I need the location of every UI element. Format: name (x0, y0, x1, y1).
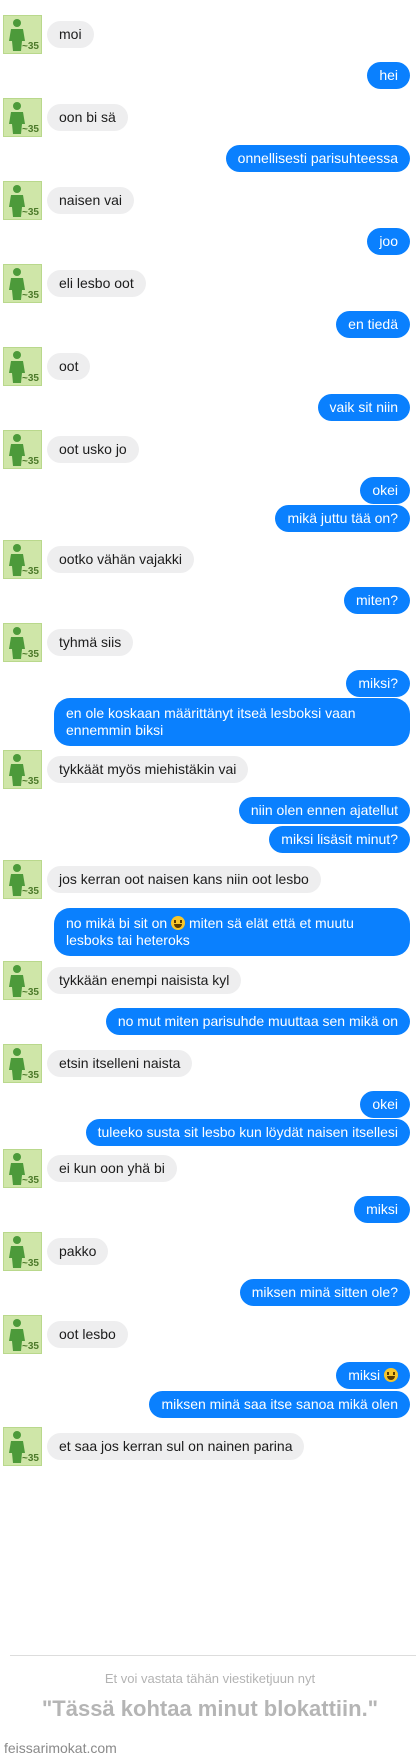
avatar[interactable]: ~35 (3, 750, 42, 789)
incoming-message[interactable]: tykkäät myös miehistäkin vai (47, 756, 249, 783)
avatar-age-label: ~35 (22, 566, 39, 577)
avatar-age-label: ~35 (22, 987, 39, 998)
grinning-face-emoji-icon (171, 916, 186, 930)
avatar[interactable]: ~35 (3, 1232, 42, 1271)
outgoing-message[interactable]: okei (360, 477, 410, 504)
outgoing-message[interactable]: miksen minä saa itse sanoa mikä olen (149, 1391, 410, 1418)
outgoing-message[interactable]: okei (360, 1091, 410, 1118)
outgoing-message[interactable]: miksi? (346, 670, 410, 697)
outgoing-message[interactable]: no mut miten parisuhde muuttaa sen mikä … (105, 1008, 410, 1035)
avatar[interactable]: ~35 (3, 15, 42, 54)
avatar[interactable]: ~35 (3, 860, 42, 899)
incoming-message[interactable]: oot usko jo (47, 436, 139, 463)
avatar[interactable]: ~35 (3, 623, 42, 662)
outgoing-message[interactable]: onnellisesti parisuhteessa (225, 145, 410, 172)
outgoing-message[interactable]: niin olen ennen ajatellut (238, 797, 410, 824)
outgoing-message[interactable]: miten? (343, 587, 410, 614)
incoming-message[interactable]: oot lesbo (47, 1321, 128, 1348)
incoming-message[interactable]: oon bi sä (47, 104, 128, 131)
incoming-message[interactable]: ei kun oon yhä bi (47, 1155, 177, 1182)
avatar[interactable]: ~35 (3, 1315, 42, 1354)
outgoing-message[interactable]: miksi (354, 1196, 410, 1223)
avatar[interactable]: ~35 (3, 181, 42, 220)
avatar[interactable]: ~35 (3, 1044, 42, 1083)
incoming-message[interactable]: et saa jos kerran sul on nainen parina (47, 1433, 305, 1460)
avatar-age-label: ~35 (22, 207, 39, 218)
avatar[interactable]: ~35 (3, 264, 42, 303)
avatar-age-label: ~35 (22, 124, 39, 135)
chat-thread: ~35 ~35 ~35 ~35 ~35 ~35 ~35 ~35 ~35 ~35 … (0, 0, 420, 1763)
divider (10, 1655, 416, 1656)
outgoing-message[interactable]: vaik sit niin (317, 394, 410, 421)
outgoing-message[interactable]: en tiedä (336, 311, 410, 338)
outgoing-message[interactable]: mikä juttu tää on? (275, 505, 410, 532)
avatar-age-label: ~35 (22, 290, 39, 301)
avatar-age-label: ~35 (22, 41, 39, 52)
outgoing-message[interactable]: miksi (336, 1362, 410, 1389)
avatar[interactable]: ~35 (3, 1149, 42, 1188)
reply-unavailable-notice: Et voi vastata tähän viestiketjuun nyt (104, 1671, 316, 1686)
avatar[interactable]: ~35 (3, 347, 42, 386)
avatar-age-label: ~35 (22, 649, 39, 660)
avatar-age-label: ~35 (22, 1175, 39, 1186)
outgoing-message[interactable]: no mikä bi sit on miten sä elät että et … (54, 908, 410, 956)
outgoing-message[interactable]: tuleeko susta sit lesbo kun löydät naise… (85, 1119, 410, 1146)
avatar[interactable]: ~35 (3, 961, 42, 1000)
avatar-age-label: ~35 (22, 886, 39, 897)
avatar-age-label: ~35 (22, 373, 39, 384)
caption: "Tässä kohtaa minut blokattiin." (41, 1696, 379, 1721)
avatar[interactable]: ~35 (3, 540, 42, 579)
incoming-message[interactable]: naisen vai (47, 187, 135, 214)
grinning-face-emoji-icon (384, 1368, 398, 1382)
outgoing-message[interactable]: joo (367, 228, 410, 255)
avatar-age-label: ~35 (22, 1341, 39, 1352)
watermark: feissarimokat.com (4, 1740, 117, 1756)
incoming-message[interactable]: etsin itselleni naista (47, 1050, 193, 1077)
outgoing-message[interactable]: miksi lisäsit minut? (269, 826, 410, 853)
message-text: miksi (348, 1367, 381, 1383)
outgoing-message[interactable]: en ole koskaan määrittänyt itseä lesboks… (54, 698, 410, 746)
avatar-age-label: ~35 (22, 776, 39, 787)
incoming-message[interactable]: jos kerran oot naisen kans niin oot lesb… (47, 866, 321, 893)
avatar-age-label: ~35 (22, 456, 39, 467)
avatar-age-label: ~35 (22, 1258, 39, 1269)
incoming-message[interactable]: ootko vähän vajakki (47, 546, 194, 573)
avatar[interactable]: ~35 (3, 1427, 42, 1466)
outgoing-message[interactable]: miksen minä sitten ole? (239, 1279, 410, 1306)
incoming-message[interactable]: eli lesbo oot (47, 270, 146, 297)
incoming-message[interactable]: tykkään enempi naisista kyl (47, 967, 242, 994)
avatar[interactable]: ~35 (3, 430, 42, 469)
avatar-age-label: ~35 (22, 1070, 39, 1081)
incoming-message[interactable]: moi (47, 21, 94, 48)
message-text: no mikä bi sit on (66, 915, 168, 931)
avatar-age-label: ~35 (22, 1453, 39, 1464)
outgoing-message[interactable]: hei (367, 62, 410, 89)
incoming-message[interactable]: pakko (47, 1238, 109, 1265)
incoming-message[interactable]: tyhmä siis (47, 629, 134, 656)
incoming-message[interactable]: oot (47, 353, 91, 380)
avatar[interactable]: ~35 (3, 98, 42, 137)
